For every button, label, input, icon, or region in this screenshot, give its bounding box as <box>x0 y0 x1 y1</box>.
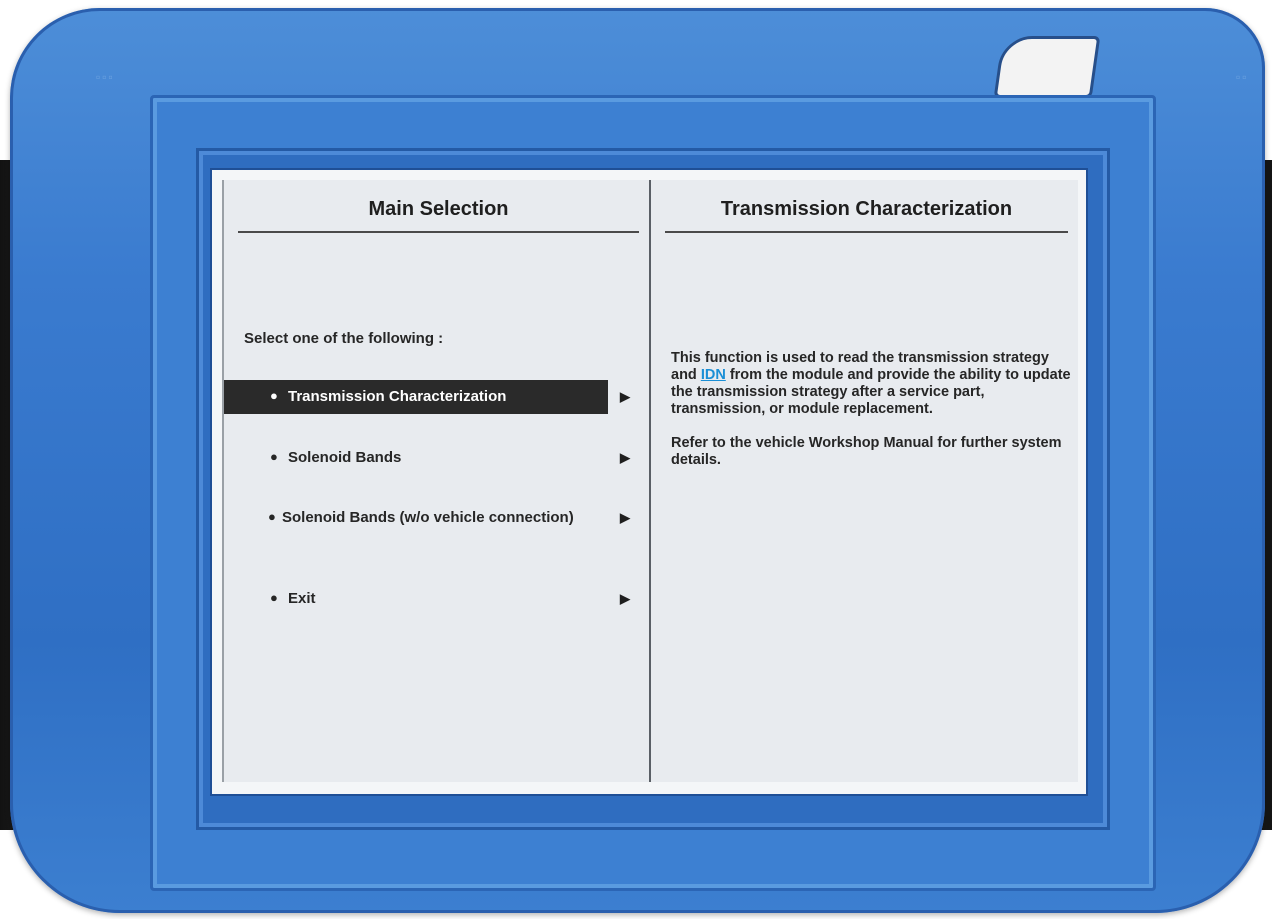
bullet-icon: ● <box>270 449 278 464</box>
menu-item-solenoid-bands-no-vehicle[interactable]: ● Solenoid Bands (w/o vehicle connection… <box>224 501 650 535</box>
menu-item-label: Exit <box>288 590 316 607</box>
menu-item-exit[interactable]: ● Exit ▶ <box>224 582 650 616</box>
description-paragraph-2: Refer to the vehicle Workshop Manual for… <box>671 435 1062 468</box>
arrow-right-icon: ▶ <box>620 591 630 606</box>
description-paragraph-1: This function is used to read the transm… <box>671 350 1071 417</box>
idn-link[interactable]: IDN <box>701 367 726 383</box>
bullet-icon: ● <box>270 590 278 605</box>
bullet-icon: ● <box>268 509 276 524</box>
menu-item-label: Transmission Characterization <box>288 388 507 405</box>
screen: Main Selection Select one of the followi… <box>222 180 1078 782</box>
menu-item-label: Solenoid Bands <box>288 449 402 466</box>
description-text: This function is used to read the transm… <box>671 350 1071 486</box>
description-title: Transmission Characterization <box>665 198 1068 233</box>
select-prompt: Select one of the following : <box>244 330 444 347</box>
arrow-right-icon: ▶ <box>620 510 630 525</box>
transmission-characterization-pane: Transmission Characterization This funct… <box>649 180 1078 782</box>
vent-left: ▫▫▫ <box>96 70 115 84</box>
menu-item-label: Solenoid Bands (w/o vehicle connection) <box>282 509 574 526</box>
arrow-right-icon: ▶ <box>620 450 630 465</box>
vent-right: ▫▫ <box>1236 70 1249 84</box>
scan-tool-device: ▫▫▫ ▫▫ Main Selection Select one of the … <box>0 0 1272 919</box>
arrow-right-icon: ▶ <box>620 389 630 404</box>
menu-item-transmission-characterization[interactable]: ● Transmission Characterization ▶ <box>224 380 650 414</box>
main-selection-pane: Main Selection Select one of the followi… <box>222 180 649 782</box>
menu-item-solenoid-bands[interactable]: ● Solenoid Bands ▶ <box>224 441 650 475</box>
bullet-icon: ● <box>270 388 278 403</box>
device-slot <box>993 36 1101 98</box>
main-selection-title: Main Selection <box>238 198 639 233</box>
